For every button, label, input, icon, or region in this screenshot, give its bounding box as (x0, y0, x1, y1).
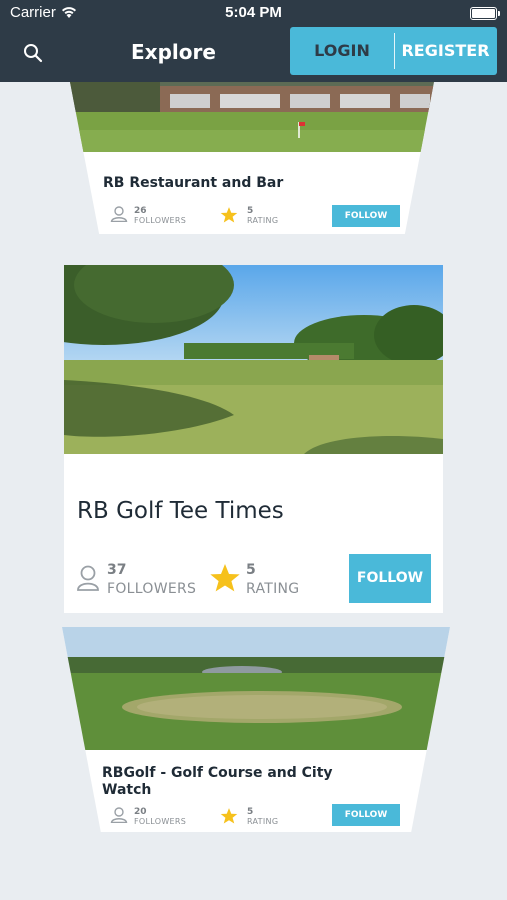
follow-button[interactable]: FOLLOW (349, 554, 431, 603)
venue-card-golf-course[interactable]: RBGolf - Golf Course and City Watch 20 F… (62, 627, 450, 832)
follow-button[interactable]: FOLLOW (332, 205, 400, 227)
venue-card-restaurant[interactable]: RB Restaurant and Bar 26 FOLLOWERS 5 RAT… (70, 82, 434, 234)
followers-label: FOLLOWERS (107, 581, 197, 597)
followers-count: 20 (134, 807, 147, 817)
star-icon (220, 207, 238, 223)
followers-count: 37 (107, 562, 127, 578)
star-icon (210, 564, 240, 592)
card-photo (70, 82, 434, 152)
person-icon (110, 807, 128, 823)
rating-count: 5 (247, 807, 254, 817)
auth-button-group: LOGIN REGISTER (290, 27, 497, 75)
golf-course-photo (64, 265, 443, 454)
rating-label: RATING (246, 581, 300, 597)
rating-label: RATING (247, 216, 279, 225)
status-time: 5:04 PM (225, 4, 282, 21)
card-title: RB Restaurant and Bar (103, 175, 284, 191)
rating-label: RATING (247, 817, 279, 826)
followers-label: FOLLOWERS (134, 216, 187, 225)
rating-count: 5 (247, 206, 254, 216)
person-icon (110, 206, 128, 222)
card-photo (64, 265, 443, 454)
login-button[interactable]: LOGIN (290, 27, 394, 75)
page-title: Explore (131, 40, 216, 64)
status-bar: Carrier 5:04 PM (0, 0, 507, 26)
venue-card-tee-times[interactable]: RB Golf Tee Times 37 FOLLOWERS 5 RATING … (64, 265, 443, 613)
star-icon (220, 808, 238, 824)
battery-icon (470, 7, 500, 20)
rating-count: 5 (246, 562, 256, 578)
card-title: RBGolf - Golf Course and City Watch (102, 765, 333, 798)
nav-bar: Explore LOGIN REGISTER (0, 26, 507, 82)
followers-count: 26 (134, 206, 147, 216)
person-icon (77, 565, 99, 591)
card-title: RB Golf Tee Times (77, 498, 284, 524)
clubhouse-photo (70, 82, 434, 152)
follow-button[interactable]: FOLLOW (332, 804, 400, 826)
register-button[interactable]: REGISTER (394, 27, 497, 75)
followers-label: FOLLOWERS (134, 817, 187, 826)
golf-green-photo (62, 627, 450, 750)
search-icon[interactable] (22, 42, 44, 64)
card-photo (62, 627, 450, 750)
